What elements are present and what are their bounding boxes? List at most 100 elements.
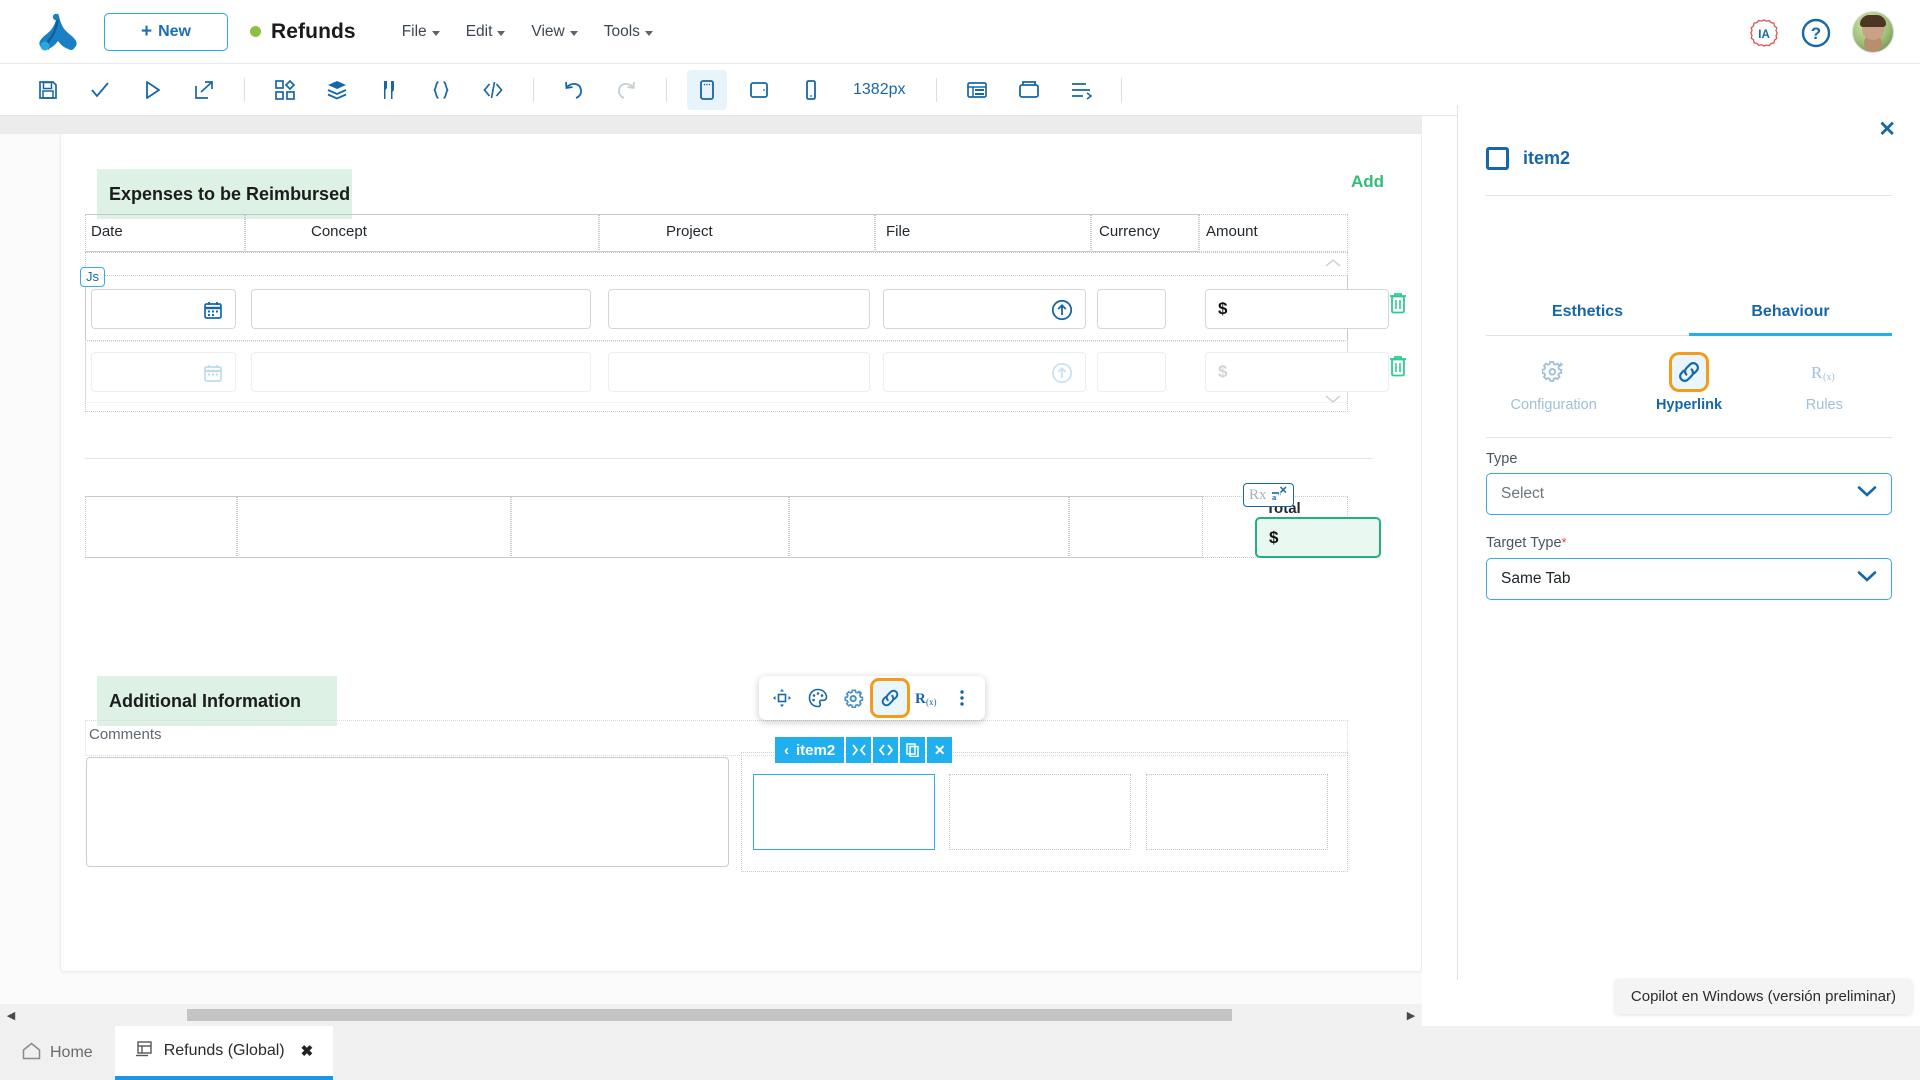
settings-gear-icon[interactable]: [837, 681, 871, 715]
subtab-hyperlink[interactable]: Hyperlink: [1621, 355, 1756, 423]
code-angle-icon[interactable]: [473, 70, 513, 110]
taskbar-tab-refunds[interactable]: Refunds (Global) ✖: [115, 1026, 334, 1080]
row2-amount-prefix: $: [1218, 362, 1227, 382]
form-icon: [135, 1040, 154, 1063]
taskbar-home[interactable]: Home: [0, 1026, 115, 1080]
desktop-view-icon[interactable]: [687, 70, 727, 110]
collapse-icon[interactable]: [846, 737, 871, 763]
tab-behaviour[interactable]: Behaviour: [1689, 303, 1892, 336]
help-question-icon[interactable]: ?: [1800, 17, 1830, 47]
menu-item-edit[interactable]: Edit: [466, 23, 506, 41]
upload-circle-icon[interactable]: [1051, 362, 1073, 389]
grid-header-cell-project: [599, 214, 875, 252]
copilot-notification-text: Copilot en Windows (versión preliminar): [1631, 988, 1896, 1005]
container-icon[interactable]: [1009, 70, 1049, 110]
menu-item-view[interactable]: View: [531, 23, 577, 41]
widget-tag-main[interactable]: ‹ item2: [775, 737, 844, 763]
undo-icon[interactable]: [554, 70, 594, 110]
chevron-down-icon: [432, 31, 440, 36]
widget-tag-item2: ‹ item2 ✕: [775, 737, 952, 763]
row1-file-input[interactable]: [883, 289, 1086, 329]
form-layout-icon[interactable]: [957, 70, 997, 110]
row1-date-input[interactable]: [91, 289, 236, 329]
widget-item2-selected[interactable]: [753, 774, 935, 850]
menu-item-file[interactable]: File: [402, 23, 440, 41]
close-icon[interactable]: ✕: [927, 737, 952, 763]
row1-currency-input[interactable]: [1097, 289, 1166, 329]
total-amount-input[interactable]: $: [1255, 517, 1381, 558]
js-badge[interactable]: Js: [80, 267, 105, 287]
inspector-subtabs: Configuration Hyperlink R (x) Rules: [1486, 355, 1892, 423]
hyperlink-icon[interactable]: [873, 681, 907, 715]
widget-placeholder-3[interactable]: [1146, 774, 1328, 850]
row1-project-input[interactable]: [608, 289, 870, 329]
ia-assistant-icon[interactable]: IA: [1748, 17, 1778, 47]
inspector-checkbox[interactable]: [1486, 147, 1509, 170]
rules-rx-icon[interactable]: R(x): [909, 681, 943, 715]
menu-item-file-label: File: [402, 23, 427, 41]
duplicate-icon[interactable]: [900, 737, 925, 763]
avatar[interactable]: [1852, 11, 1894, 53]
close-icon[interactable]: ✖: [301, 1042, 314, 1060]
grid-header-cell-concept: [245, 214, 599, 252]
widget-placeholder-2[interactable]: [949, 774, 1131, 850]
run-play-icon[interactable]: [132, 70, 172, 110]
close-icon[interactable]: ✕: [1878, 119, 1896, 140]
comments-label-row: [85, 720, 1348, 756]
caret-right-icon[interactable]: ▶: [1400, 1009, 1422, 1022]
bizagi-leaf-logo[interactable]: [26, 10, 90, 54]
target-type-select[interactable]: Same Tab: [1486, 558, 1892, 600]
comments-textarea[interactable]: [86, 757, 729, 867]
copilot-notification[interactable]: Copilot en Windows (versión preliminar): [1615, 979, 1912, 1014]
row2-file-input[interactable]: [883, 352, 1086, 392]
move-icon[interactable]: [765, 681, 799, 715]
zoom-level-label[interactable]: 1382px: [853, 81, 906, 99]
more-vertical-icon[interactable]: [945, 681, 979, 715]
tab-esthetics[interactable]: Esthetics: [1486, 303, 1689, 336]
chevron-up-icon[interactable]: [1325, 256, 1341, 271]
trash-icon[interactable]: [1387, 354, 1409, 383]
upload-circle-icon[interactable]: [1051, 299, 1073, 326]
subtab-rules[interactable]: R (x) Rules: [1757, 355, 1892, 423]
svg-text:?: ?: [1811, 24, 1821, 43]
svg-text:(x): (x): [926, 697, 937, 707]
tablet-view-icon[interactable]: [739, 70, 779, 110]
expression-braces-icon[interactable]: [421, 70, 461, 110]
inspector-tabs: Esthetics Behaviour: [1486, 303, 1892, 336]
mobile-view-icon[interactable]: [791, 70, 831, 110]
scrollbar-track[interactable]: [22, 1009, 1400, 1021]
redo-icon[interactable]: [606, 70, 646, 110]
save-icon[interactable]: [28, 70, 68, 110]
tools-pen-icon[interactable]: [369, 70, 409, 110]
canvas-horizontal-scrollbar[interactable]: ◀ ▶: [0, 1004, 1422, 1026]
widgets-grid-icon[interactable]: [265, 70, 305, 110]
header-right-actions: IA ?: [1748, 11, 1894, 53]
code-icon[interactable]: [873, 737, 898, 763]
row2-amount-input[interactable]: $: [1205, 352, 1389, 392]
add-row-link[interactable]: Add: [1351, 172, 1384, 192]
section-title-additional-label: Additional Information: [109, 691, 301, 712]
align-icon[interactable]: [1061, 70, 1101, 110]
grid-column-header-file: File: [886, 223, 910, 240]
caret-left-icon[interactable]: ◀: [0, 1009, 22, 1022]
row1-concept-input[interactable]: [251, 289, 591, 329]
validate-check-icon[interactable]: [80, 70, 120, 110]
row1-amount-input[interactable]: $: [1205, 289, 1389, 329]
palette-icon[interactable]: [801, 681, 835, 715]
scrollbar-thumb[interactable]: [187, 1009, 1232, 1021]
row2-currency-input[interactable]: [1097, 352, 1166, 392]
type-select[interactable]: Select: [1486, 473, 1892, 515]
chevron-left-icon[interactable]: ‹: [784, 742, 789, 759]
rx-rename-badge[interactable]: Rx a": [1243, 483, 1294, 507]
new-button[interactable]: + New: [104, 13, 228, 51]
row2-concept-input[interactable]: [251, 352, 591, 392]
menu-item-tools[interactable]: Tools: [604, 23, 653, 41]
row2-date-input[interactable]: [91, 352, 236, 392]
subtab-configuration[interactable]: Configuration: [1486, 355, 1621, 423]
app-title-label: Refunds: [271, 20, 356, 44]
trash-icon[interactable]: [1387, 291, 1409, 320]
layers-stack-icon[interactable]: [317, 70, 357, 110]
row2-project-input[interactable]: [608, 352, 870, 392]
grid-column-header-amount: Amount: [1206, 223, 1258, 240]
publish-export-icon[interactable]: [184, 70, 224, 110]
